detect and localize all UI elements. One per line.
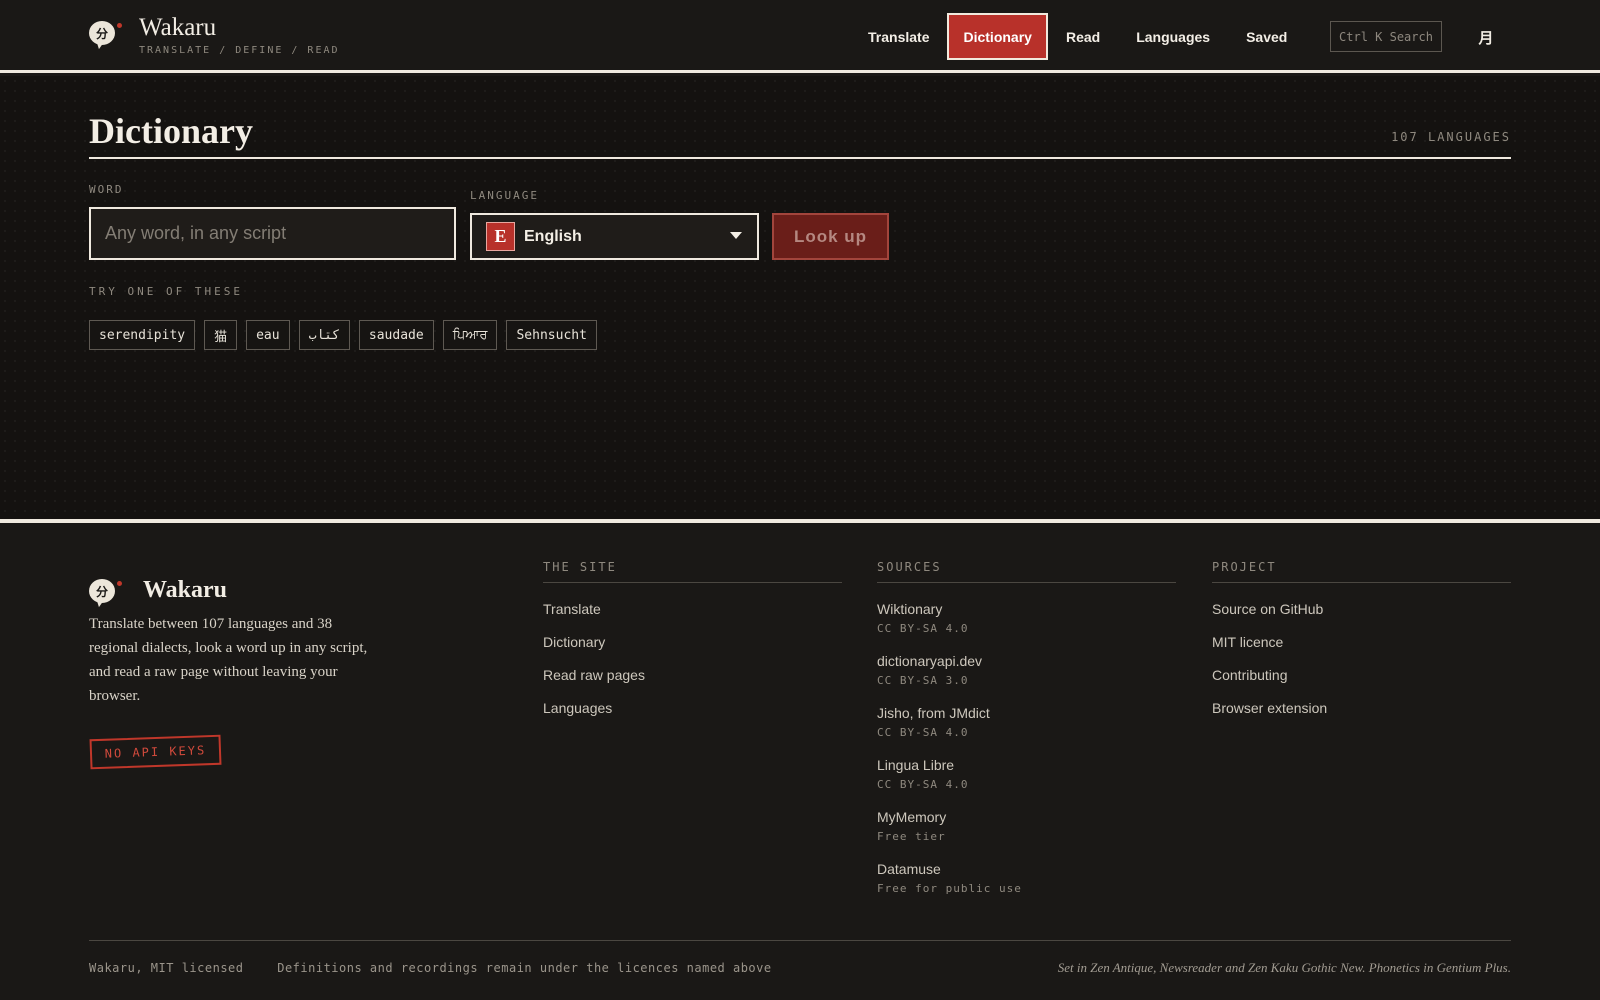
language-selected: English (524, 227, 582, 245)
footer-brand-name: Wakaru (143, 577, 228, 603)
source-item: Wiktionary CC BY-SA 4.0 (877, 601, 1176, 635)
brand-link[interactable]: 分 Wakaru TRANSLATE / DEFINE / READ (89, 14, 340, 56)
suggestion-chips: serendipity 猫 eau كتاب saudade ਪਿਆਰ Sehn… (89, 320, 606, 350)
source-license: CC BY-SA 4.0 (877, 726, 969, 739)
source-license: Free tier (877, 830, 946, 843)
nav-translate[interactable]: Translate (852, 13, 947, 60)
site-footer: 分 Wakaru Translate between 107 languages… (0, 527, 1600, 1000)
dictionary-section: Dictionary 107 LANGUAGES WORD LANGUAGE E… (0, 76, 1600, 523)
language-select[interactable]: E English (470, 213, 759, 260)
source-link[interactable]: Jisho, from JMdict (877, 705, 1176, 722)
source-item: MyMemory Free tier (877, 809, 1176, 843)
footer-link-translate[interactable]: Translate (543, 601, 842, 618)
speech-bubble-logo-icon: 分 (89, 579, 122, 609)
source-license: CC BY-SA 4.0 (877, 622, 969, 635)
language-count: 107 LANGUAGES (1391, 130, 1511, 144)
footer-link-contributing[interactable]: Contributing (1212, 667, 1511, 684)
footer-divider (89, 940, 1511, 941)
main-nav: Translate Dictionary Read Languages Save… (852, 13, 1305, 60)
nav-read[interactable]: Read (1048, 13, 1118, 60)
source-link[interactable]: Wiktionary (877, 601, 1176, 618)
suggestion-chip[interactable]: ਪਿਆਰ (442, 320, 498, 350)
page-title: Dictionary (89, 111, 253, 151)
suggestion-chip[interactable]: serendipity (89, 320, 196, 350)
source-link[interactable]: Lingua Libre (877, 757, 1176, 774)
look-up-button[interactable]: Look up (772, 213, 889, 260)
footer-link-extension[interactable]: Browser extension (1212, 700, 1511, 717)
source-link[interactable]: Datamuse (877, 861, 1176, 878)
footer-licence-note: Definitions and recordings remain under … (277, 961, 772, 975)
source-link[interactable]: MyMemory (877, 809, 1176, 826)
suggestion-chip[interactable]: eau (246, 320, 290, 350)
footer-link-github[interactable]: Source on GitHub (1212, 601, 1511, 618)
chevron-down-icon (730, 232, 742, 239)
word-input[interactable] (89, 207, 456, 260)
search-button[interactable]: Ctrl K Search (1330, 21, 1442, 52)
footer-bottom-bar: Wakaru, MIT licensed Definitions and rec… (89, 960, 1511, 976)
nav-languages[interactable]: Languages (1118, 13, 1228, 60)
nav-dictionary[interactable]: Dictionary (947, 13, 1048, 60)
source-license: Free for public use (877, 882, 1022, 895)
title-divider (89, 157, 1511, 159)
brand-tagline: TRANSLATE / DEFINE / READ (139, 45, 340, 56)
nav-saved[interactable]: Saved (1228, 13, 1305, 60)
footer-copyright: Wakaru, MIT licensed (89, 961, 244, 975)
language-label: LANGUAGE (470, 189, 539, 202)
brand-name: Wakaru (139, 14, 217, 41)
footer-column-project: PROJECT Source on GitHub MIT licence Con… (1212, 560, 1511, 717)
footer-link-dictionary[interactable]: Dictionary (543, 634, 842, 651)
footer-typography-note: Set in Zen Antique, Newsreader and Zen K… (1057, 960, 1511, 975)
suggestion-chip[interactable]: Sehnsucht (506, 320, 597, 350)
footer-link-languages[interactable]: Languages (543, 700, 842, 717)
footer-column-sources: SOURCES Wiktionary CC BY-SA 4.0 dictiona… (877, 560, 1176, 895)
language-badge-icon: E (486, 222, 515, 251)
no-api-keys-stamp: NO API KEYS (89, 734, 222, 770)
site-header: 分 Wakaru TRANSLATE / DEFINE / READ Trans… (0, 0, 1600, 73)
moon-theme-toggle-icon[interactable]: 月 (1474, 24, 1498, 50)
source-item: Datamuse Free for public use (877, 861, 1176, 895)
try-label: TRY ONE OF THESE (89, 285, 243, 298)
footer-heading-project: PROJECT (1212, 560, 1511, 583)
source-item: Jisho, from JMdict CC BY-SA 4.0 (877, 705, 1176, 739)
source-item: Lingua Libre CC BY-SA 4.0 (877, 757, 1176, 791)
source-link[interactable]: dictionaryapi.dev (877, 653, 1176, 670)
source-item: dictionaryapi.dev CC BY-SA 3.0 (877, 653, 1176, 687)
footer-heading-sources: SOURCES (877, 560, 1176, 583)
footer-brand[interactable]: 分 Wakaru (89, 572, 227, 609)
source-license: CC BY-SA 4.0 (877, 778, 969, 791)
footer-link-licence[interactable]: MIT licence (1212, 634, 1511, 651)
footer-column-site: THE SITE Translate Dictionary Read raw p… (543, 560, 842, 717)
footer-heading-site: THE SITE (543, 560, 842, 583)
suggestion-chip[interactable]: 猫 (204, 320, 238, 350)
suggestion-chip[interactable]: كتاب (298, 320, 350, 350)
footer-description: Translate between 107 languages and 38 r… (89, 616, 368, 704)
speech-bubble-logo-icon: 分 (89, 21, 122, 51)
source-license: CC BY-SA 3.0 (877, 674, 969, 687)
footer-link-read[interactable]: Read raw pages (543, 667, 842, 684)
word-label: WORD (89, 183, 124, 196)
suggestion-chip[interactable]: saudade (358, 320, 434, 350)
